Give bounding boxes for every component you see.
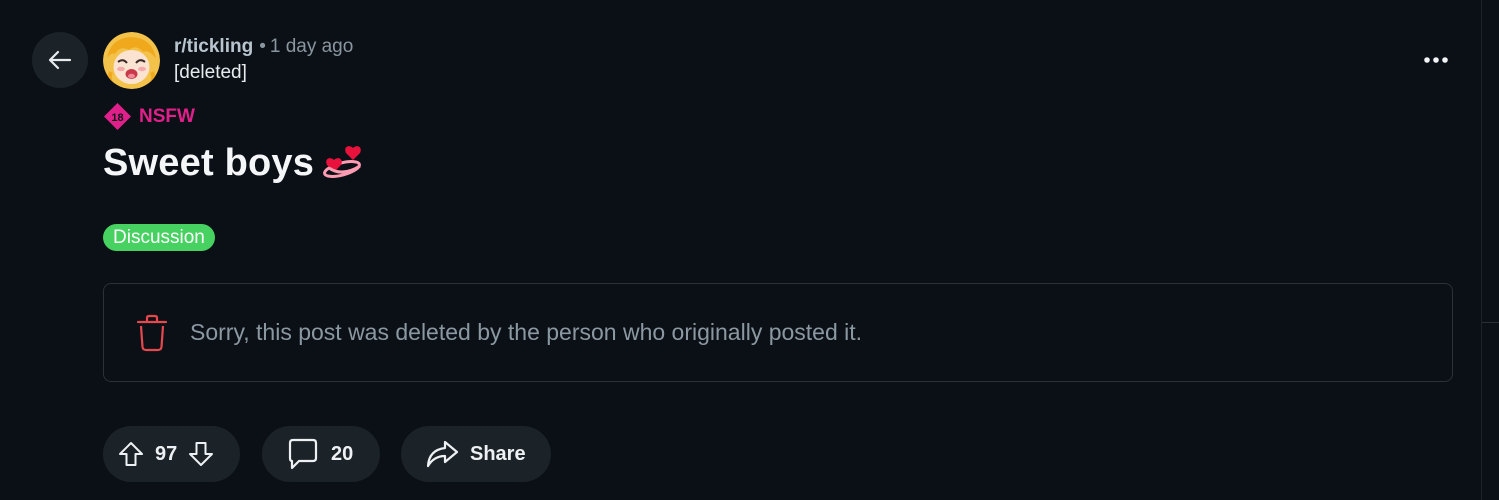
- deleted-message: Sorry, this post was deleted by the pers…: [190, 319, 863, 345]
- arrow-left-icon: [45, 45, 75, 75]
- subreddit-avatar[interactable]: [103, 32, 160, 89]
- sidebar-divider-tick: [1482, 322, 1499, 323]
- comments-button[interactable]: 20: [262, 426, 380, 482]
- nsfw-tag: 18 NSFW: [103, 102, 195, 131]
- post-page: r/tickling • 1 day ago [deleted] 18 NSFW S…: [0, 0, 1499, 500]
- nsfw-label: NSFW: [139, 105, 195, 127]
- post-time: 1 day ago: [269, 36, 354, 57]
- trash-icon: [136, 313, 168, 353]
- vote-score: 97: [155, 442, 178, 465]
- ellipsis-horizontal-icon: [1423, 56, 1449, 64]
- sidebar-divider: [1481, 0, 1482, 500]
- nsfw-badge-text: 18: [111, 112, 123, 124]
- post-title: Sweet boys: [103, 142, 315, 184]
- heart-on-fire-emoji: [320, 144, 368, 184]
- upvote-button[interactable]: [117, 440, 145, 468]
- post-meta: r/tickling • 1 day ago [deleted]: [174, 34, 353, 86]
- subreddit-link[interactable]: r/tickling: [174, 36, 253, 57]
- share-label: Share: [470, 442, 526, 465]
- post-title-row: Sweet boys: [103, 142, 368, 185]
- post-author: [deleted]: [174, 62, 247, 83]
- share-arrow-icon: [425, 439, 459, 469]
- more-options-button[interactable]: [1410, 42, 1462, 78]
- comment-bubble-icon: [286, 437, 320, 471]
- back-button[interactable]: [32, 32, 88, 88]
- vote-group: 97: [103, 426, 240, 482]
- arrow-down-icon: [187, 440, 215, 468]
- deleted-notice: Sorry, this post was deleted by the pers…: [103, 283, 1453, 382]
- post-flair[interactable]: Discussion: [103, 224, 215, 251]
- nsfw-18-icon: 18: [103, 102, 132, 131]
- share-button[interactable]: Share: [401, 426, 551, 482]
- comment-count: 20: [331, 442, 354, 465]
- downvote-button[interactable]: [187, 440, 215, 468]
- post-meta-row: r/tickling • 1 day ago: [174, 34, 353, 60]
- arrow-up-icon: [117, 440, 145, 468]
- meta-separator: •: [259, 36, 266, 57]
